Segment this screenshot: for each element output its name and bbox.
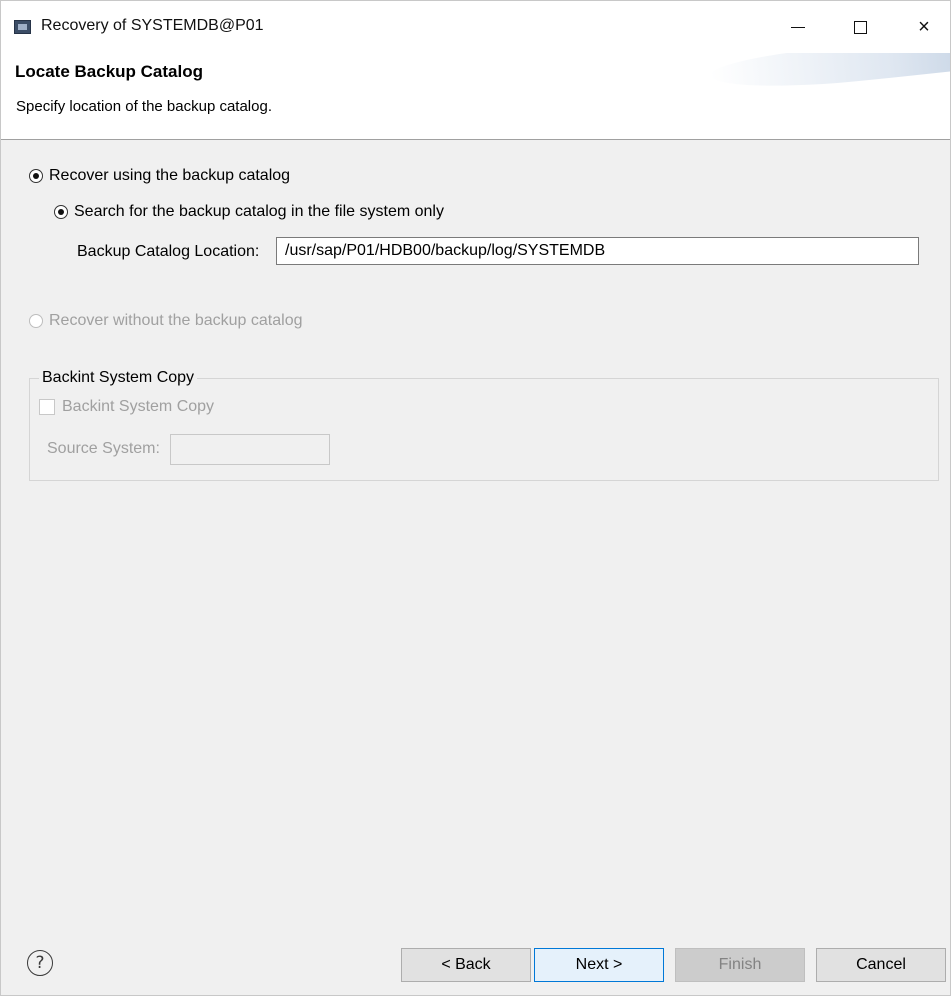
help-icon[interactable]: ?	[27, 950, 53, 976]
source-system-input	[170, 434, 330, 465]
maximize-button[interactable]	[837, 9, 883, 45]
close-button[interactable]: ×	[901, 9, 947, 45]
source-system-label: Source System:	[47, 440, 160, 457]
window-title: Recovery of SYSTEMDB@P01	[41, 17, 264, 34]
checkbox-indicator	[39, 399, 55, 415]
radio-search-file-system[interactable]: Search for the backup catalog in the fil…	[54, 203, 444, 221]
recovery-dialog: Recovery of SYSTEMDB@P01 × Locate Backup…	[0, 0, 951, 996]
cancel-button[interactable]: Cancel	[816, 948, 946, 982]
minimize-icon	[791, 26, 805, 28]
page-description: Specify location of the backup catalog.	[16, 98, 272, 115]
backint-group	[29, 378, 939, 481]
radio-recover-without-catalog: Recover without the backup catalog	[29, 312, 302, 330]
radio-indicator[interactable]	[54, 205, 68, 219]
title-bar[interactable]: Recovery of SYSTEMDB@P01 ×	[1, 1, 950, 53]
finish-button: Finish	[675, 948, 805, 982]
page-title: Locate Backup Catalog	[15, 62, 203, 81]
close-icon: ×	[918, 15, 930, 38]
checkbox-label: Backint System Copy	[62, 398, 215, 415]
radio-label: Recover using the backup catalog	[49, 167, 291, 184]
backint-group-title: Backint System Copy	[39, 369, 198, 387]
catalog-location-input[interactable]: /usr/sap/P01/HDB00/backup/log/SYSTEMDB	[276, 237, 919, 265]
backint-system-copy-checkbox: Backint System Copy	[39, 398, 214, 416]
catalog-location-label: Backup Catalog Location:	[77, 243, 260, 260]
radio-indicator	[29, 314, 43, 328]
back-button[interactable]: < Back	[401, 948, 531, 982]
header-decoration	[708, 53, 950, 97]
maximize-icon	[853, 20, 867, 34]
window-app-icon	[14, 20, 31, 34]
radio-label: Recover without the backup catalog	[49, 312, 303, 329]
next-button[interactable]: Next >	[534, 948, 664, 982]
radio-indicator[interactable]	[29, 169, 43, 183]
minimize-button[interactable]	[775, 9, 821, 45]
wizard-header: Locate Backup Catalog Specify location o…	[1, 53, 950, 140]
radio-label: Search for the backup catalog in the fil…	[74, 203, 444, 220]
radio-recover-using-catalog[interactable]: Recover using the backup catalog	[29, 167, 290, 185]
